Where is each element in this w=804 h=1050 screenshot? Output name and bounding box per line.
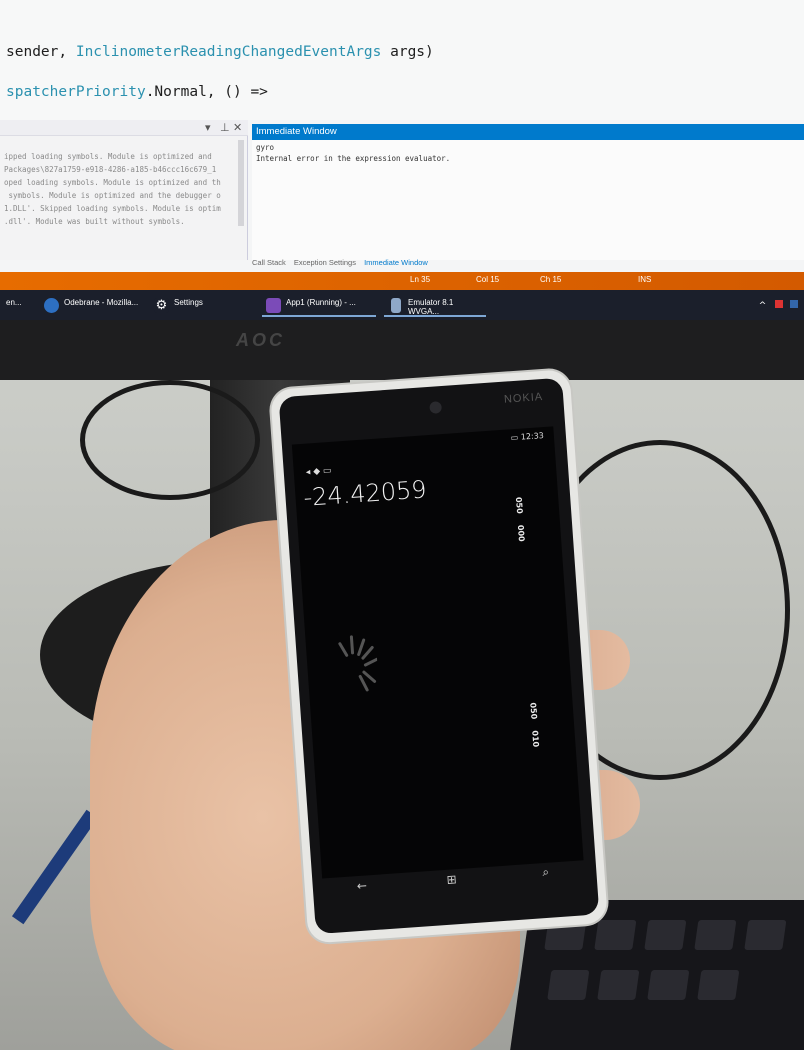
windows-icon[interactable]: ⊞ [446, 872, 457, 887]
phone-time: 12:33 [520, 431, 545, 442]
dropdown-icon[interactable]: ▾ [205, 121, 211, 134]
tab-call-stack[interactable]: Call Stack [252, 258, 286, 267]
visual-studio-icon [266, 298, 281, 313]
immediate-window-text[interactable]: gyro Internal error in the expression eva… [256, 142, 450, 164]
cable [80, 380, 260, 500]
taskbar-item-label: en... [6, 298, 22, 307]
taskbar-item-label: Emulator 8.1 WVGA... [408, 298, 454, 316]
pencil [11, 809, 99, 925]
output-pane: ▾ ⊥ ✕ ipped loading symbols. Module is o… [0, 120, 248, 260]
tab-exception-settings[interactable]: Exception Settings [294, 258, 356, 267]
immediate-window[interactable]: Immediate Window gyro Internal error in t… [252, 124, 804, 260]
system-tray[interactable]: ^ [759, 300, 798, 311]
taskbar-item-settings[interactable]: ⚙ Settings [150, 295, 209, 317]
taskbar-item-label: Settings [174, 298, 203, 307]
keyboard-key [547, 970, 590, 1000]
firefox-icon [44, 298, 59, 313]
phone-display[interactable]: ▭ 12:33 ◂ ◆ ▭ -24.42059 050 000 050 010 [291, 426, 584, 879]
scrollbar[interactable] [238, 140, 244, 226]
pin-icon[interactable]: ⊥ [220, 121, 230, 134]
output-line: ipped loading symbols. Module is optimiz… [4, 152, 212, 161]
monitor-screen: sender, InclinometerReadingChangedEventA… [0, 0, 804, 300]
code-line: spatcherPriority.Normal, () => [6, 84, 268, 100]
output-line: symbols. Module is optimized and the deb… [4, 191, 221, 200]
front-camera [429, 401, 443, 414]
output-line: .dll'. Module was built without symbols. [4, 217, 185, 226]
taskbar-item-firefox[interactable]: Odebrane - Mozilla... [40, 295, 144, 317]
close-icon[interactable]: ✕ [233, 121, 242, 134]
code-text: sender, [6, 44, 76, 60]
keyboard-key [597, 970, 640, 1000]
keyboard-key [744, 920, 787, 950]
output-line: Packages\827a1759-e918-4286-a185-b46ccc1… [4, 165, 217, 174]
gauge-tick-label: 000 [515, 524, 527, 542]
phone-body: NOKIA ▭ 12:33 ◂ ◆ ▭ -24.42059 050 000 05… [270, 369, 608, 944]
tray-app-icon[interactable] [775, 300, 784, 308]
output-text: ipped loading symbols. Module is optimiz… [4, 150, 221, 228]
loading-spinner-icon [338, 635, 379, 692]
taskbar-item-emulator[interactable]: Emulator 8.1 WVGA... [384, 295, 486, 317]
phone-status-icons: ◂ ◆ ▭ [305, 465, 332, 478]
code-editor[interactable]: sender, InclinometerReadingChangedEventA… [0, 0, 804, 120]
code-line: sender, InclinometerReadingChangedEventA… [6, 44, 434, 60]
status-mode: INS [638, 275, 652, 284]
gauge-tick-label: 010 [530, 730, 541, 748]
immediate-line: Internal error in the expression evaluat… [256, 154, 451, 163]
gauge-tick-label: 050 [528, 702, 539, 720]
immediate-line: gyro [256, 143, 275, 152]
taskbar-item-label: Odebrane - Mozilla... [64, 298, 139, 307]
code-text: .Normal, () => [145, 84, 268, 100]
immediate-window-title: Immediate Window [252, 124, 804, 140]
output-line: oped loading symbols. Module is optimize… [4, 178, 221, 187]
photo: sender, InclinometerReadingChangedEventA… [0, 0, 804, 1050]
keyboard-key [694, 920, 737, 950]
taskbar-item-visual-studio[interactable]: App1 (Running) - ... [262, 295, 376, 317]
gauge-tick-label: 050 [513, 496, 525, 515]
phone-brand-logo: NOKIA [503, 390, 544, 406]
back-icon[interactable]: ← [356, 878, 367, 893]
keyboard-key [644, 920, 687, 950]
tray-app-icon[interactable] [790, 300, 798, 308]
output-pane-header: ▾ ⊥ ✕ [0, 120, 248, 136]
gear-icon: ⚙ [154, 297, 169, 313]
monitor-bezel [0, 320, 804, 380]
status-line: Ln 35 [410, 275, 431, 284]
phone-face: NOKIA ▭ 12:33 ◂ ◆ ▭ -24.42059 050 000 05… [278, 377, 600, 935]
battery-icon: ▭ [510, 432, 522, 443]
chevron-up-icon[interactable]: ^ [759, 301, 767, 311]
output-line: 1.DLL'. Skipped loading symbols. Module … [4, 204, 221, 213]
status-bar: Ln 35 Col 15 Ch 15 INS [0, 272, 804, 290]
code-type: InclinometerReadingChangedEventArgs [75, 44, 382, 60]
search-icon[interactable]: ⌕ [542, 865, 550, 880]
taskbar-item[interactable]: en... [0, 295, 28, 317]
phone-status-bar: ▭ 12:33 [510, 431, 544, 442]
monitor-brand-logo: AOC [236, 330, 285, 350]
keyboard-key [647, 970, 690, 1000]
keyboard-key [697, 970, 740, 1000]
code-text: args) [381, 44, 434, 60]
emulator-icon [391, 298, 401, 313]
status-column: Col 15 [476, 275, 500, 284]
status-char: Ch 15 [540, 275, 562, 284]
tool-window-tabs: Call Stack Exception Settings Immediate … [252, 258, 804, 272]
taskbar-item-label: App1 (Running) - ... [286, 298, 356, 307]
taskbar: en... Odebrane - Mozilla... ⚙ Settings Ap… [0, 290, 804, 320]
code-type: spatcherPriority [6, 84, 146, 100]
phone: NOKIA ▭ 12:33 ◂ ◆ ▭ -24.42059 050 000 05… [270, 368, 618, 948]
tab-immediate-window[interactable]: Immediate Window [364, 258, 428, 267]
inclinometer-reading: -24.42059 [302, 475, 428, 512]
